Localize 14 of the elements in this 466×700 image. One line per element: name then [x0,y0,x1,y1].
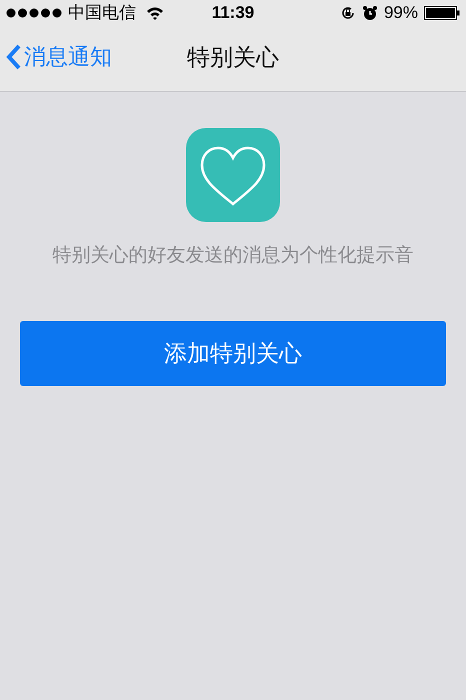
heart-app-icon [186,128,280,222]
battery-percent: 99% [384,2,418,24]
battery-icon [424,6,460,20]
add-button[interactable]: 添加特别关心 [20,320,446,386]
description-text: 特别关心的好友发送的消息为个性化提示音 [52,244,414,268]
signal-icon [6,8,62,18]
wifi-icon [146,6,164,20]
page-title: 特别关心 [187,43,279,72]
alarm-icon [362,5,378,21]
rotation-lock-icon [340,5,356,21]
carrier-name: 中国电信 [68,2,136,24]
clock-time: 11:39 [210,2,256,24]
back-button[interactable]: 消息通知 [6,40,112,73]
back-chevron-icon [6,44,22,70]
